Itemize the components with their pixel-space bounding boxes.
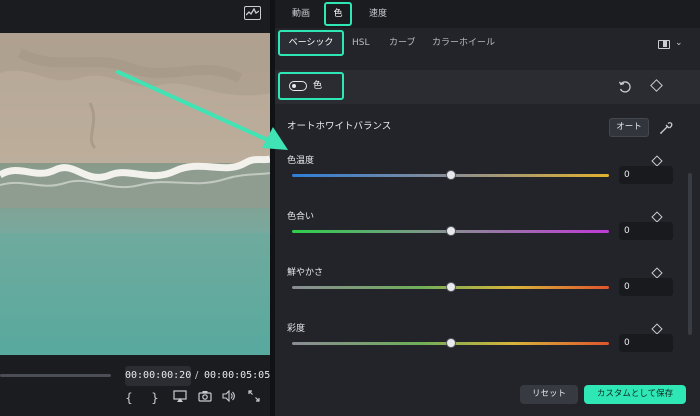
keyframe-diamond-icon[interactable] bbox=[651, 267, 663, 279]
eyedropper-icon[interactable] bbox=[659, 120, 673, 134]
color-adjust-panel: 動画 色 速度 ベーシック HSL カーブ カラーホイール ⌄ 色 オートホワイ… bbox=[275, 0, 700, 416]
color-section-label: 色 bbox=[313, 81, 323, 91]
slider-row-saturation: 彩度 0 bbox=[275, 322, 700, 372]
slider-value-input[interactable]: 0 bbox=[619, 278, 673, 296]
slider-label: 鮮やかさ bbox=[287, 268, 324, 278]
slider-row-vibrance: 鮮やかさ 0 bbox=[275, 266, 700, 316]
reset-button[interactable]: リセット bbox=[520, 385, 578, 404]
current-timecode: 00:00:00:20 bbox=[125, 366, 191, 386]
color-subtabs: ベーシック HSL カーブ カラーホイール ⌄ bbox=[275, 28, 700, 60]
mark-out-icon[interactable]: } bbox=[147, 390, 163, 406]
slider-value-input[interactable]: 0 bbox=[619, 166, 673, 184]
slider-thumb[interactable] bbox=[445, 282, 456, 292]
chevron-down-icon[interactable]: ⌄ bbox=[675, 38, 683, 48]
slider-value-input[interactable]: 0 bbox=[619, 222, 673, 240]
slider-row-tint: 色合い 0 bbox=[275, 210, 700, 260]
subtab-color-wheel[interactable]: カラーホイール bbox=[432, 30, 495, 56]
subtab-basic[interactable]: ベーシック bbox=[278, 30, 344, 56]
auto-white-balance-label: オートホワイトバランス bbox=[287, 121, 392, 132]
slider-thumb[interactable] bbox=[445, 170, 456, 180]
property-tabs: 動画 色 速度 bbox=[275, 0, 700, 28]
playback-scrubber[interactable] bbox=[0, 374, 111, 377]
color-section-header: 色 bbox=[275, 70, 700, 104]
tab-color[interactable]: 色 bbox=[324, 2, 352, 26]
panel-scrollbar[interactable] bbox=[688, 173, 692, 335]
toggle-knob bbox=[291, 83, 296, 88]
subtab-curves[interactable]: カーブ bbox=[389, 30, 415, 56]
scope-icon[interactable] bbox=[244, 6, 261, 20]
toggle-switch[interactable] bbox=[289, 81, 307, 91]
reset-icon[interactable] bbox=[618, 79, 632, 93]
save-as-custom-button[interactable]: カスタムとして保存 bbox=[584, 385, 686, 404]
keyframe-diamond-icon[interactable] bbox=[651, 155, 663, 167]
subtab-hsl[interactable]: HSL bbox=[352, 30, 370, 56]
keyframe-diamond-icon[interactable] bbox=[650, 79, 663, 92]
slider-thumb[interactable] bbox=[445, 226, 456, 236]
mark-in-icon[interactable]: { bbox=[121, 390, 137, 406]
color-toggle[interactable]: 色 bbox=[278, 72, 344, 100]
slider-label: 色合い bbox=[287, 212, 315, 222]
tab-animation[interactable]: 動画 bbox=[292, 0, 310, 28]
timecode-separator: / bbox=[195, 370, 199, 381]
slider-label: 彩度 bbox=[287, 324, 306, 334]
video-preview-pane: 00:00:00:20 / 00:00:05:05 { } bbox=[0, 0, 270, 416]
total-duration: 00:00:05:05 bbox=[204, 370, 271, 381]
fullscreen-icon[interactable] bbox=[246, 390, 262, 406]
tab-speed[interactable]: 速度 bbox=[369, 0, 387, 28]
auto-white-balance-button[interactable]: オート bbox=[609, 118, 649, 137]
display-output-icon[interactable] bbox=[172, 390, 188, 406]
snapshot-camera-icon[interactable] bbox=[197, 390, 213, 406]
preview-toolbar bbox=[0, 0, 270, 33]
slider-value-input[interactable]: 0 bbox=[619, 334, 673, 352]
keyframe-diamond-icon[interactable] bbox=[651, 323, 663, 335]
slider-label: 色温度 bbox=[287, 156, 315, 166]
video-frame[interactable] bbox=[0, 33, 270, 355]
slider-row-temperature: 色温度 0 bbox=[275, 154, 700, 204]
volume-icon[interactable] bbox=[221, 389, 237, 406]
slider-thumb[interactable] bbox=[445, 338, 456, 348]
compare-view-icon[interactable] bbox=[658, 40, 670, 49]
keyframe-diamond-icon[interactable] bbox=[651, 211, 663, 223]
